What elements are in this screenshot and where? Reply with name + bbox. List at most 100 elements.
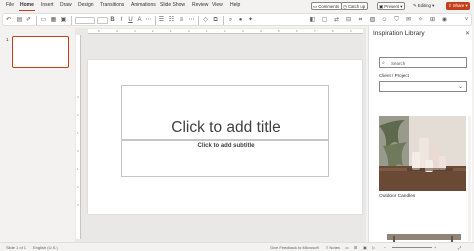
- italic-icon[interactable]: I: [118, 16, 125, 24]
- tab-bar: File Home Insert Draw Design Transitions…: [0, 0, 474, 13]
- tab-home[interactable]: Home: [20, 2, 34, 8]
- tab-slide-show[interactable]: Slide Show: [160, 2, 185, 8]
- find-icon[interactable]: ⌕: [227, 16, 234, 24]
- arrange-icon[interactable]: ⧉: [212, 16, 219, 24]
- tab-design[interactable]: Design: [78, 2, 94, 8]
- normal-view-icon[interactable]: ▭: [345, 245, 349, 250]
- reading-view-icon[interactable]: ▣: [363, 245, 367, 250]
- vertical-ruler: 3 2 1 0 1 2 3: [76, 35, 81, 239]
- title-placeholder[interactable]: Click to add title: [121, 85, 329, 140]
- ribbon-divider: [223, 16, 224, 25]
- font-size-box[interactable]: [97, 16, 108, 24]
- sorter-view-icon[interactable]: ⊞: [354, 245, 357, 250]
- ribbon-divider: [71, 16, 72, 25]
- chevron-down-icon: ⌄: [457, 84, 463, 90]
- align-icon[interactable]: ≡: [178, 16, 185, 24]
- ribbon-toolbar: ↶ ▤ ✐ ▭ ▦ ▣ B I U A ⋯ ☰ ☷ ≡ ⋯ ◇ ⧉ ⌕ ● ✦ …: [2, 13, 472, 26]
- font-color-icon[interactable]: A: [136, 16, 143, 24]
- editing-mode-button[interactable]: ✎Editing ▾: [412, 2, 436, 10]
- bold-icon[interactable]: B: [109, 16, 116, 24]
- shapes-icon[interactable]: ◇: [202, 16, 209, 24]
- icons-icon[interactable]: ☺: [381, 16, 388, 24]
- clipboard-icon[interactable]: ▤: [16, 16, 23, 24]
- furniture-photo: [379, 204, 466, 242]
- ruler-tick: 5: [278, 29, 280, 33]
- undo-icon[interactable]: ↶: [5, 16, 12, 24]
- new-slide-icon[interactable]: ▭: [40, 16, 47, 24]
- client-project-dropdown[interactable]: ⌄: [379, 81, 467, 92]
- tab-draw[interactable]: Draw: [60, 2, 72, 8]
- catch-up-icon: ◷: [343, 4, 347, 9]
- language-indicator[interactable]: English (U.S.): [33, 245, 58, 250]
- slide-thumbnail[interactable]: [12, 36, 69, 68]
- tab-animations[interactable]: Animations: [131, 2, 156, 8]
- shape-fill-icon[interactable]: ◧: [309, 16, 316, 24]
- search-input[interactable]: ⌕ Search: [379, 57, 467, 68]
- reuse-slides-icon[interactable]: ▣: [60, 16, 67, 24]
- comment-add-icon[interactable]: ✉: [405, 16, 412, 24]
- ribbon-divider: [198, 16, 199, 25]
- catch-up-button[interactable]: ◷Catch up: [341, 2, 369, 10]
- shape-outline-icon[interactable]: ▢: [321, 16, 328, 24]
- ruler-tick: 3: [77, 95, 79, 99]
- ruler-tick: 8: [332, 29, 334, 33]
- ruler-tick: 2: [77, 113, 79, 117]
- panel-scrollbar[interactable]: [468, 116, 471, 241]
- ideas-icon[interactable]: ✧: [417, 16, 424, 24]
- candles-photo: [379, 116, 466, 191]
- inspiration-library-panel: Inspiration Library ✕ ⌕ Search Client / …: [368, 26, 472, 242]
- sensitivity-icon[interactable]: ⛉: [393, 16, 400, 24]
- zoom-out-icon[interactable]: −: [384, 245, 386, 250]
- slide-thumbnail-number: 1: [6, 37, 9, 42]
- numbering-icon[interactable]: ☷: [168, 16, 175, 24]
- comment-icon: ▭: [313, 4, 318, 9]
- copilot-icon[interactable]: ◉: [441, 16, 448, 24]
- tab-view[interactable]: View: [212, 2, 223, 8]
- ruler-tick: 2: [152, 29, 154, 33]
- tab-file[interactable]: File: [6, 2, 14, 8]
- tab-transitions[interactable]: Transitions: [100, 2, 124, 8]
- font-name-box[interactable]: [75, 16, 95, 24]
- format-painter-icon[interactable]: ✐: [25, 16, 32, 24]
- search-icon: ⌕: [382, 60, 385, 66]
- fit-to-window-icon[interactable]: ⤢: [458, 245, 461, 250]
- picture-icon[interactable]: ▨: [369, 16, 376, 24]
- share-button[interactable]: ⇪ Share ▾: [446, 2, 470, 10]
- notes-button[interactable]: ≡ Notes: [326, 245, 340, 250]
- layout-icon[interactable]: ▦: [50, 16, 57, 24]
- comments-button[interactable]: ▭Comments: [311, 2, 343, 10]
- ruler-tick: 2: [224, 29, 226, 33]
- search-placeholder: Search: [391, 60, 406, 66]
- close-icon[interactable]: ✕: [465, 30, 470, 37]
- subtitle-placeholder[interactable]: Click to add subtitle: [121, 140, 329, 177]
- underline-icon[interactable]: U: [127, 16, 134, 24]
- powerpoint-window: File Home Insert Draw Design Transitions…: [0, 0, 474, 251]
- ruler-tick: 1: [170, 29, 172, 33]
- crop-icon[interactable]: ⌗: [357, 16, 364, 24]
- more-font-options-icon[interactable]: ⋯: [145, 16, 152, 24]
- tab-review[interactable]: Review: [192, 2, 208, 8]
- zoom-slider[interactable]: [392, 247, 432, 248]
- designer-icon[interactable]: ✦: [247, 16, 254, 24]
- slide-count: Slide 1 of 1: [6, 245, 27, 250]
- text-direction-icon[interactable]: ⇄: [333, 16, 340, 24]
- slideshow-view-icon[interactable]: ▷: [372, 245, 375, 250]
- present-button[interactable]: ▣Present ▾: [377, 2, 406, 10]
- outdoor-candles-image[interactable]: [379, 116, 466, 191]
- ruler-tick: 7: [314, 29, 316, 33]
- dictate-icon[interactable]: ●: [237, 16, 244, 24]
- tab-insert[interactable]: Insert: [41, 2, 54, 8]
- paragraph-more-icon[interactable]: ⋯: [188, 16, 195, 24]
- feedback-link[interactable]: Give Feedback to Microsoft: [270, 245, 319, 250]
- align-text-icon[interactable]: ⊟: [345, 16, 352, 24]
- panel-title: Inspiration Library: [373, 30, 425, 37]
- image-caption: Outdoor Candles: [379, 194, 416, 199]
- zoom-in-icon[interactable]: +: [434, 245, 436, 250]
- add-ins-icon[interactable]: ⊞: [429, 16, 436, 24]
- slide-canvas[interactable]: Click to add title Click to add subtitle: [88, 60, 362, 214]
- second-inspiration-image[interactable]: [379, 204, 466, 242]
- tab-help[interactable]: Help: [230, 2, 240, 8]
- ribbon-collapse-icon[interactable]: ˅: [463, 16, 470, 24]
- pencil-icon: ✎: [413, 3, 417, 8]
- bullets-icon[interactable]: ☰: [158, 16, 165, 24]
